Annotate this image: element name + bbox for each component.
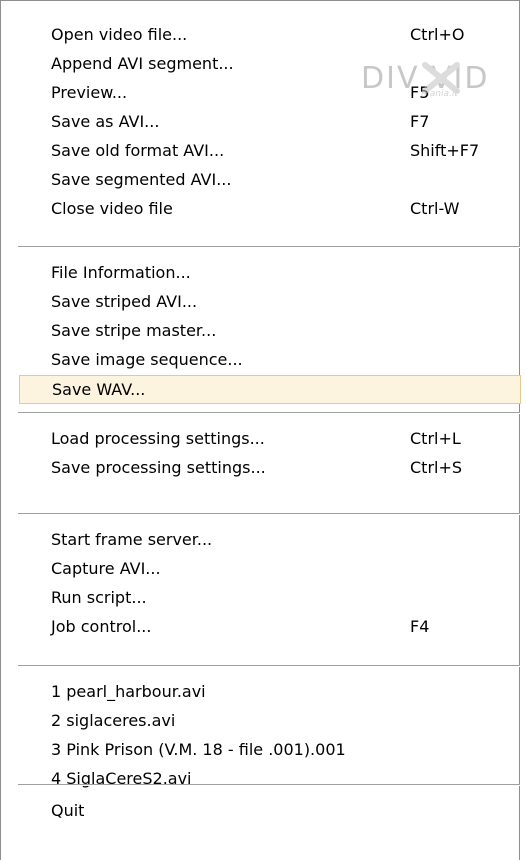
menu-item[interactable]: Load processing settings... Ctrl+L xyxy=(17,425,505,454)
menu-item-label: Preview... xyxy=(51,83,128,102)
menu-item[interactable]: Save processing settings... Ctrl+S xyxy=(17,454,505,483)
menu-item[interactable]: Quit xyxy=(17,797,505,826)
menu-item-label: Run script... xyxy=(51,588,147,607)
menu-item[interactable]: File Information... xyxy=(17,259,505,288)
menu-item-label: Close video file xyxy=(51,199,173,218)
menu-item[interactable]: Open video file... Ctrl+O xyxy=(17,21,505,50)
menu-item-label: File Information... xyxy=(51,263,191,282)
menu-item[interactable]: Save segmented AVI... xyxy=(17,166,505,195)
menu-item-shortcut: F7 xyxy=(410,112,430,131)
menu-item-shortcut: Ctrl+O xyxy=(410,25,465,44)
menu-item-label: Start frame server... xyxy=(51,530,213,549)
menu-item-label: Open video file... xyxy=(51,25,188,44)
menu-item-label: 1 pearl_harbour.avi xyxy=(51,682,206,701)
menu-item-label: Save stripe master... xyxy=(51,321,217,340)
menu-item[interactable]: Preview... F5 xyxy=(17,79,505,108)
menu-item[interactable]: Save as AVI... F7 xyxy=(17,108,505,137)
menu-item-shortcut: Ctrl+L xyxy=(410,429,461,448)
menu-item[interactable]: 4 SiglaCereS2.avi xyxy=(17,765,505,794)
menu-item[interactable]: Save striped AVI... xyxy=(17,288,505,317)
menu-item-label: Save processing settings... xyxy=(51,458,266,477)
menu-item[interactable]: Save old format AVI... Shift+F7 xyxy=(17,137,505,166)
menu-item-label: Save old format AVI... xyxy=(51,141,225,160)
menu-item[interactable]: Capture AVI... xyxy=(17,555,505,584)
menu-item[interactable]: 2 siglaceres.avi xyxy=(17,707,505,736)
menu-item[interactable]: Save image sequence... xyxy=(17,346,505,375)
file-menu: Open video file... Ctrl+O Append AVI segme… xyxy=(0,0,521,860)
menu-item-label: Quit xyxy=(51,801,85,820)
menu-item-label: 2 siglaceres.avi xyxy=(51,711,176,730)
menu-item-shortcut: F4 xyxy=(410,617,430,636)
menu-separator xyxy=(18,246,520,248)
menu-item-label: Save WAV... xyxy=(52,380,146,399)
menu-item-shortcut: Ctrl+S xyxy=(410,458,463,477)
menu-separator xyxy=(18,665,520,667)
menu-item[interactable]: Start frame server... xyxy=(17,526,505,555)
menu-separator xyxy=(18,784,520,786)
menu-item[interactable]: 1 pearl_harbour.avi xyxy=(17,678,505,707)
menu-item-label: Save as AVI... xyxy=(51,112,160,131)
menu-item[interactable]: Job control... F4 xyxy=(17,613,505,642)
menu-item[interactable]: 3 Pink Prison (V.M. 18 - file .001).001 xyxy=(17,736,505,765)
menu-item-label: Append AVI segment... xyxy=(51,54,234,73)
menu-item[interactable]: Append AVI segment... xyxy=(17,50,505,79)
menu-item[interactable]: Save WAV... xyxy=(19,375,521,404)
menu-item[interactable]: Close video file Ctrl-W xyxy=(17,195,505,224)
menu-item-label: Save segmented AVI... xyxy=(51,170,232,189)
menu-item-shortcut: F5 xyxy=(410,83,430,102)
menu-item-label: Capture AVI... xyxy=(51,559,161,578)
menu-separator xyxy=(18,412,520,414)
menu-item-label: Save striped AVI... xyxy=(51,292,198,311)
menu-separator xyxy=(18,513,520,515)
menu-item-label: Load processing settings... xyxy=(51,429,265,448)
menu-item-shortcut: Shift+F7 xyxy=(410,141,480,160)
menu-item-shortcut: Ctrl-W xyxy=(410,199,460,218)
menu-item-label: 3 Pink Prison (V.M. 18 - file .001).001 xyxy=(51,740,346,759)
menu-item[interactable]: Save stripe master... xyxy=(17,317,505,346)
menu-item-label: Save image sequence... xyxy=(51,350,243,369)
menu-item-label: Job control... xyxy=(51,617,152,636)
menu-item[interactable]: Run script... xyxy=(17,584,505,613)
